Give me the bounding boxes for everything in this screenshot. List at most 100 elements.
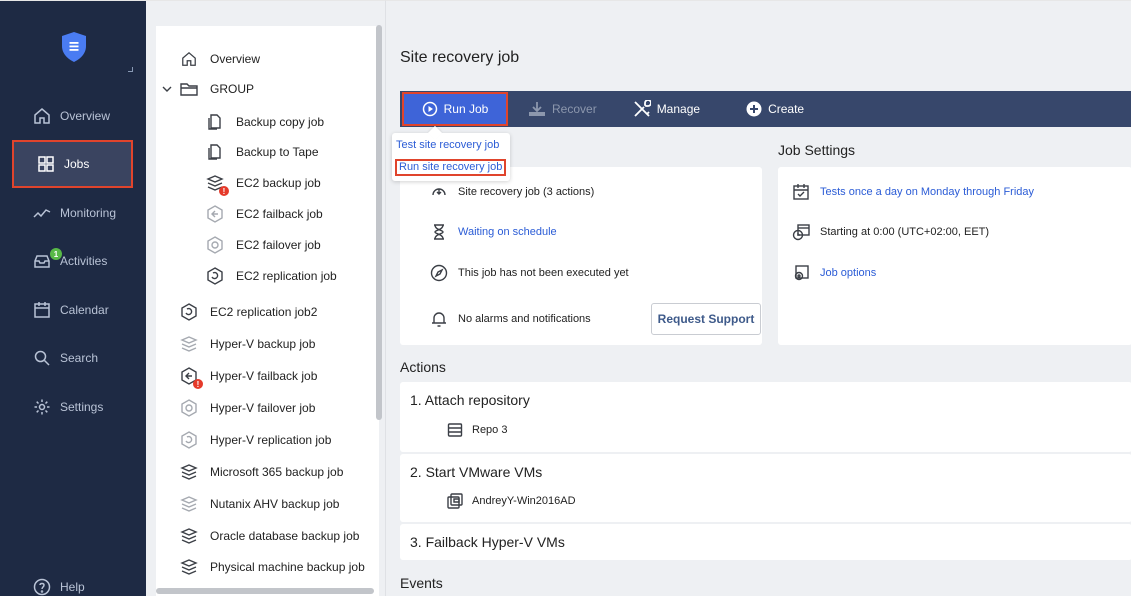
tree-item-label: EC2 replication job2 <box>210 305 318 319</box>
tree-item[interactable]: ! EC2 backup job <box>206 168 321 198</box>
home-icon <box>32 106 52 126</box>
run-site-recovery-job-item[interactable]: Run site recovery job <box>395 159 507 176</box>
gear-icon <box>32 397 52 417</box>
tree-item[interactable]: EC2 failover job <box>206 230 321 260</box>
tree-item[interactable]: Hyper-V replication job <box>180 425 331 455</box>
error-badge-icon: ! <box>193 379 203 389</box>
manage-button[interactable]: Manage <box>633 91 700 127</box>
job-status-link[interactable]: Waiting on schedule <box>458 226 557 238</box>
chevron-down-icon[interactable] <box>162 80 172 98</box>
pulse-icon <box>32 203 52 223</box>
backup-stack-icon <box>180 527 198 545</box>
nav-item-settings[interactable]: Settings <box>10 389 136 425</box>
test-site-recovery-job-item[interactable]: Test site recovery job <box>396 139 499 151</box>
nav-item-label: Overview <box>60 109 111 123</box>
failover-icon <box>180 399 198 417</box>
tree-item-label: Hyper-V backup job <box>210 337 316 351</box>
activities-badge: 1 <box>50 248 62 260</box>
search-icon <box>32 348 52 368</box>
error-badge-icon: ! <box>219 186 229 196</box>
collapse-corner-icon[interactable] <box>128 67 133 72</box>
nav-item-help[interactable]: Help <box>10 569 136 596</box>
tree-item[interactable]: Hyper-V failover job <box>180 393 315 423</box>
job-info-text: Site recovery job (3 actions) <box>458 186 595 198</box>
inbox-icon <box>32 251 52 271</box>
action-item-label: Repo 3 <box>472 424 508 436</box>
tape-job-icon <box>206 143 224 161</box>
tree-item-label: Oracle database backup job <box>210 529 360 543</box>
tree-item-label: Hyper-V replication job <box>210 433 332 447</box>
job-options-link[interactable]: Job options <box>820 267 876 279</box>
tree-item[interactable]: EC2 replication job <box>206 261 337 291</box>
schedule-row[interactable]: Tests once a day on Monday through Frida… <box>792 183 1034 201</box>
shield-icon[interactable] <box>60 31 88 63</box>
schedule-link[interactable]: Tests once a day on Monday through Frida… <box>820 186 1034 198</box>
play-circle-icon <box>422 101 438 117</box>
action-card[interactable]: 1. Attach repository Repo 3 <box>400 382 1131 452</box>
tree-item[interactable]: EC2 replication job2 <box>180 297 317 327</box>
tree-item[interactable]: ! Hyper-V failback job <box>180 361 317 391</box>
action-title: 3. Failback Hyper-V VMs <box>410 534 565 550</box>
tree-item-label: EC2 backup job <box>236 176 321 190</box>
main-navigation: Overview Jobs Monitoring 1 Activities Ca… <box>0 0 146 596</box>
backup-stack-icon <box>180 495 198 513</box>
action-item: AndreyY-Win2016AD <box>446 492 576 510</box>
folder-icon <box>180 80 198 98</box>
start-time-text: Starting at 0:00 (UTC+02:00, EET) <box>820 226 990 238</box>
action-item-label: AndreyY-Win2016AD <box>472 495 576 507</box>
recover-button[interactable]: Recover <box>528 91 597 127</box>
actions-heading: Actions <box>400 359 446 375</box>
plus-circle-icon <box>746 101 762 117</box>
replication-icon <box>180 431 198 449</box>
action-card[interactable]: 2. Start VMware VMs AndreyY-Win2016AD <box>400 454 1131 522</box>
tree-item[interactable]: Nutanix AHV backup job <box>180 489 339 519</box>
tree-item[interactable]: Hyper-V backup job <box>180 329 315 359</box>
tree-item-overview[interactable]: Overview <box>180 44 260 74</box>
tree-item[interactable]: Physical machine backup job <box>180 552 365 582</box>
create-button[interactable]: Create <box>746 91 804 127</box>
tree-item[interactable]: Oracle database backup job <box>180 521 359 551</box>
calendar-clock-icon <box>792 223 810 241</box>
job-tree-panel: Overview GROUP Backup copy job Backup to… <box>146 0 385 596</box>
job-settings-card: Tests once a day on Monday through Frida… <box>778 167 1131 345</box>
nav-item-monitoring[interactable]: Monitoring <box>10 195 136 231</box>
run-job-button[interactable]: Run Job <box>402 92 508 126</box>
job-details-panel: Site recovery job Run Job Recover Manage… <box>385 0 1131 596</box>
tree-item[interactable]: Microsoft 365 backup job <box>180 457 343 487</box>
tree-item-label: Backup to Tape <box>236 145 319 159</box>
nav-item-calendar[interactable]: Calendar <box>10 292 136 328</box>
events-heading: Events <box>400 575 443 591</box>
action-card[interactable]: 3. Failback Hyper-V VMs <box>400 524 1131 560</box>
job-tree: Overview GROUP Backup copy job Backup to… <box>156 26 379 596</box>
tree-group[interactable]: GROUP <box>162 74 254 104</box>
tree-horizontal-scrollbar[interactable] <box>156 588 374 594</box>
copy-job-icon <box>206 113 224 131</box>
nav-item-jobs[interactable]: Jobs <box>12 140 133 188</box>
options-row[interactable]: Job options <box>792 264 876 282</box>
tools-icon <box>633 100 651 118</box>
nav-item-activities[interactable]: 1 Activities <box>10 243 136 279</box>
backup-stack-icon <box>180 558 198 576</box>
nav-item-label: Jobs <box>64 157 90 171</box>
tree-item-label: Overview <box>210 52 261 66</box>
nav-item-search[interactable]: Search <box>10 340 136 376</box>
tree-vertical-scrollbar[interactable] <box>376 25 382 420</box>
nav-item-label: Monitoring <box>60 206 117 220</box>
calendar-check-icon <box>792 183 810 201</box>
create-label: Create <box>768 102 805 116</box>
alarms-text: No alarms and notifications <box>458 313 591 325</box>
last-run-text: This job has not been executed yet <box>458 267 629 279</box>
run-job-label: Run Job <box>443 102 489 116</box>
replication-icon <box>180 303 198 321</box>
tree-item[interactable]: Backup copy job <box>206 107 324 137</box>
tree-item[interactable]: Backup to Tape <box>206 137 319 167</box>
action-title: 1. Attach repository <box>410 392 530 408</box>
status-row[interactable]: Waiting on schedule <box>430 223 557 241</box>
replication-icon <box>206 267 224 285</box>
tree-item-label: Hyper-V failback job <box>210 369 318 383</box>
run-job-dropdown: Test site recovery job Run site recovery… <box>392 133 510 181</box>
tree-item[interactable]: EC2 failback job <box>206 199 323 229</box>
job-summary-card: Site recovery job (3 actions) Waiting on… <box>400 167 762 345</box>
request-support-button[interactable]: Request Support <box>651 303 761 335</box>
nav-item-overview[interactable]: Overview <box>10 98 136 134</box>
